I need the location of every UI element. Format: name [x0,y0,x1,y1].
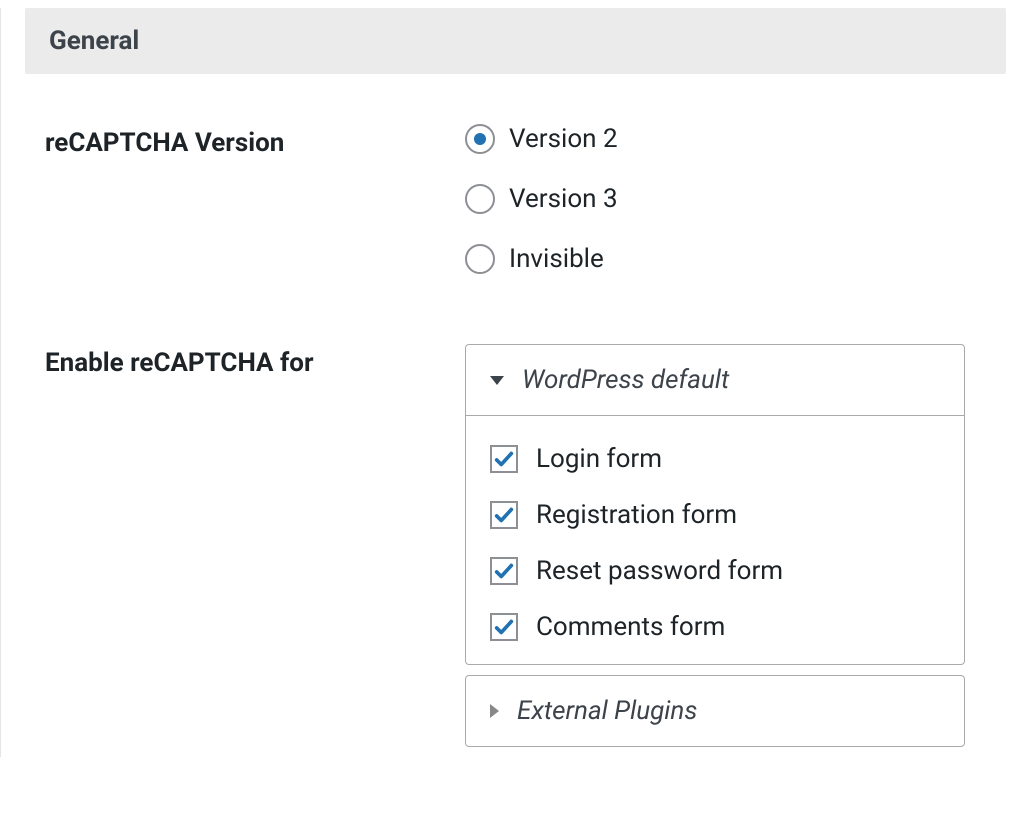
row-enable-for: Enable reCAPTCHA for WordPress default [25,344,1006,757]
checkbox-icon [490,557,518,585]
radio-label: Invisible [509,244,604,274]
version-radio-group: Version 2 Version 3 Invisible [465,124,1006,274]
section-title: General [49,26,982,56]
caret-down-icon [490,376,504,385]
caret-right-icon [490,704,499,718]
checkbox-login-form[interactable]: Login form [490,444,940,474]
checkbox-label: Comments form [536,612,725,642]
radio-label: Version 3 [509,184,618,214]
checkbox-reset-password-form[interactable]: Reset password form [490,556,940,586]
radio-invisible[interactable]: Invisible [465,244,1006,274]
row-recaptcha-version: reCAPTCHA Version Version 2 Version 3 In… [25,124,1006,274]
radio-icon [465,124,495,154]
checkbox-icon [490,445,518,473]
radio-icon [465,184,495,214]
input-col: Version 2 Version 3 Invisible [465,124,1006,274]
checkbox-comments-form[interactable]: Comments form [490,612,940,642]
accordion-title: WordPress default [522,365,729,395]
checkbox-label: Reset password form [536,556,783,586]
checkbox-label: Login form [536,444,662,474]
accordion-wordpress-default: WordPress default Login form [465,344,965,665]
checkbox-icon [490,613,518,641]
input-col: WordPress default Login form [465,344,1006,757]
enable-for-label: Enable reCAPTCHA for [45,348,313,378]
settings-container: General reCAPTCHA Version Version 2 Vers… [0,8,1030,757]
accordion-external-plugins: External Plugins [465,675,965,747]
radio-version-2[interactable]: Version 2 [465,124,1006,154]
accordion-header-external-plugins[interactable]: External Plugins [466,676,964,746]
form-table: reCAPTCHA Version Version 2 Version 3 In… [1,124,1030,757]
checkbox-registration-form[interactable]: Registration form [490,500,940,530]
accordion-header-wordpress-default[interactable]: WordPress default [466,345,964,416]
radio-version-3[interactable]: Version 3 [465,184,1006,214]
checkbox-label: Registration form [536,500,737,530]
label-col: Enable reCAPTCHA for [25,344,465,378]
label-col: reCAPTCHA Version [25,124,465,158]
radio-label: Version 2 [509,124,618,154]
radio-icon [465,244,495,274]
checkbox-icon [490,501,518,529]
accordion-title: External Plugins [517,696,697,726]
section-header: General [25,8,1006,74]
version-label: reCAPTCHA Version [45,128,284,158]
accordion-body: Login form Registration form [466,416,964,664]
